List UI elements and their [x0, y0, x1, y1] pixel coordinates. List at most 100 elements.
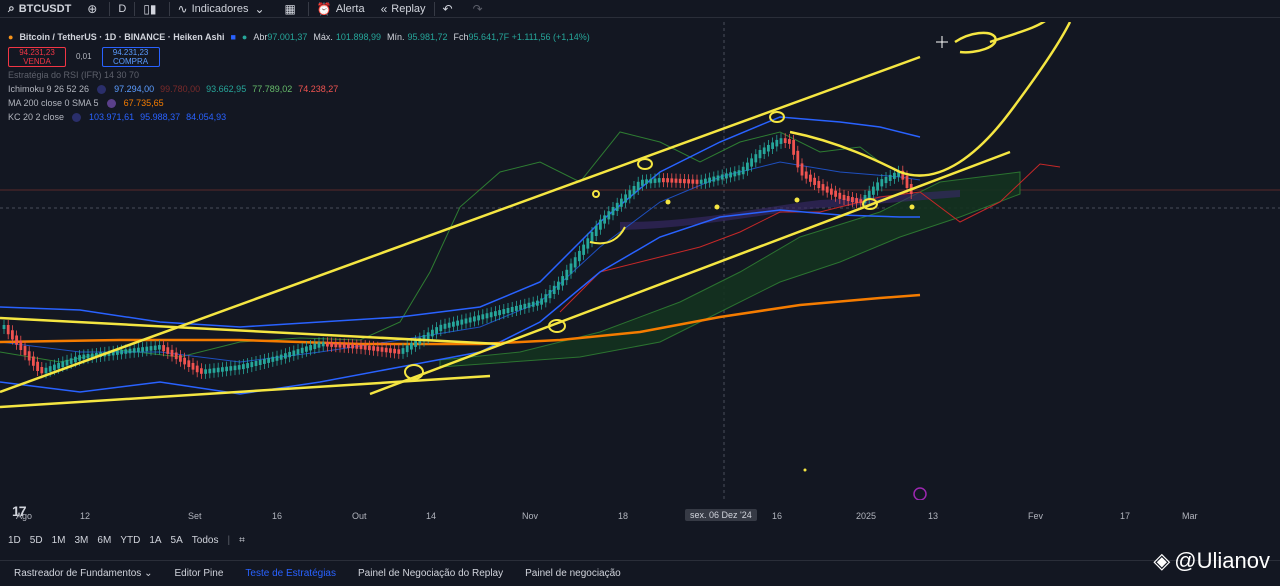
- tab-fundamentals-screener[interactable]: Rastreador de Fundamentos ⌄: [14, 568, 152, 579]
- add-symbol-button[interactable]: ⊕: [79, 0, 109, 18]
- buy-button[interactable]: 94.231,23 COMPRA: [101, 47, 160, 67]
- candle-body: [410, 342, 413, 350]
- diamond-logo-icon: ◈: [1153, 548, 1171, 573]
- handwritten-mark[interactable]: [954, 31, 997, 54]
- chart-type-button[interactable]: ▯▮: [135, 0, 168, 18]
- candle-body: [267, 357, 270, 363]
- ma-row[interactable]: MA 200 close 0 SMA 5 67.735,65: [8, 96, 590, 110]
- candle-body: [825, 186, 829, 193]
- symbol-label: BTCUSDT: [18, 2, 72, 15]
- tab-strategy-tester[interactable]: Teste de Estratégias: [245, 568, 336, 579]
- legend-title[interactable]: Bitcoin / TetherUS · 1D · BINANCE · Heik…: [19, 30, 224, 44]
- candle-body: [544, 294, 548, 303]
- candle-body: [347, 343, 350, 349]
- strategy-name: Estratégia do RSI (IFR) 14 30 70: [8, 70, 140, 80]
- symbol-search-button[interactable]: ⌕ BTCUSDT: [0, 0, 79, 18]
- time-tick: Mar: [1182, 511, 1198, 521]
- top-toolbar: ⌕ BTCUSDT ⊕ D ▯▮ ∿ Indicadores ⌄ ▦ ⏰ Ale…: [0, 0, 1280, 18]
- replay-marker-icon[interactable]: [913, 487, 927, 500]
- candle-body: [628, 190, 632, 199]
- candle-body: [195, 365, 199, 373]
- indicators-button[interactable]: ∿ Indicadores ⌄: [170, 0, 277, 18]
- candles-icon: ▯▮: [143, 1, 157, 16]
- candle-body: [65, 359, 69, 366]
- dot-mark[interactable]: [665, 199, 671, 205]
- dot-mark[interactable]: [909, 204, 915, 210]
- candle-body: [242, 364, 245, 370]
- undo-button[interactable]: ↶: [435, 0, 465, 18]
- divider: |: [227, 534, 231, 546]
- candle-body: [263, 358, 266, 364]
- range-button-todos[interactable]: Todos: [192, 535, 219, 546]
- candle-body: [666, 178, 669, 183]
- candle-body: [636, 181, 640, 190]
- range-button-1a[interactable]: 1A: [149, 535, 161, 546]
- candle-body: [309, 345, 312, 351]
- interval-button[interactable]: D: [110, 0, 134, 18]
- layout-button[interactable]: ▦: [277, 0, 308, 18]
- candle-body: [170, 349, 174, 357]
- trendline-lower[interactable]: [369, 150, 1011, 396]
- candle-body: [86, 354, 90, 359]
- candle-body: [368, 345, 371, 351]
- watermark-text: @Ulianov: [1174, 548, 1270, 573]
- tab-pine-editor[interactable]: Editor Pine: [174, 568, 223, 579]
- candle-body: [884, 177, 888, 184]
- time-tick: 16: [272, 511, 283, 521]
- candle-body: [355, 344, 359, 349]
- candle-body: [69, 358, 73, 364]
- candle-body: [817, 180, 821, 189]
- dot-mark[interactable]: [803, 468, 807, 472]
- candle-body: [300, 347, 304, 354]
- replay-button[interactable]: « Replay: [373, 0, 434, 18]
- time-tick: Set: [188, 511, 202, 521]
- candle-body: [162, 345, 165, 352]
- time-axis[interactable]: Ago 12 Set 16 Out 14 Nov 18 16 2025 13 F…: [0, 508, 1280, 524]
- range-button-1m[interactable]: 1M: [52, 535, 66, 546]
- candle-body: [481, 314, 485, 320]
- dot-mark[interactable]: [794, 197, 800, 203]
- candle-body: [657, 178, 661, 183]
- dot-mark[interactable]: [592, 190, 600, 198]
- ichimoku-row[interactable]: Ichimoku 9 26 52 26 97.294,00 99.780,00 …: [8, 82, 590, 96]
- candle-body: [179, 355, 182, 362]
- range-button-5a[interactable]: 5A: [171, 535, 183, 546]
- projection-curve[interactable]: [789, 22, 1072, 177]
- candle-body: [11, 330, 14, 340]
- time-tick: 14: [426, 511, 437, 521]
- ichimoku-value-1: 97.294,00: [114, 84, 155, 94]
- candle-body: [678, 178, 682, 184]
- candle-body: [851, 197, 854, 203]
- candle-body: [830, 188, 833, 195]
- candle-body: [435, 327, 438, 334]
- candle-body: [754, 154, 758, 163]
- projection-curve-tail[interactable]: [989, 22, 1050, 44]
- alert-button[interactable]: ⏰ Alerta: [309, 0, 373, 18]
- candle-body: [653, 178, 657, 183]
- strategy-row[interactable]: Estratégia do RSI (IFR) 14 30 70: [8, 68, 590, 82]
- range-button-3m[interactable]: 3M: [75, 535, 89, 546]
- candle-body: [746, 162, 749, 171]
- candle-body: [296, 349, 300, 355]
- range-button-ytd[interactable]: YTD: [120, 535, 140, 546]
- date-range-bar: 1D 5D 1M 3M 6M YTD 1A 5A Todos | ⌗: [0, 530, 245, 550]
- range-button-5d[interactable]: 5D: [30, 535, 43, 546]
- dot-mark[interactable]: [714, 204, 720, 210]
- candle-body: [120, 349, 123, 355]
- circle-mark[interactable]: [637, 158, 653, 170]
- range-button-6m[interactable]: 6M: [97, 535, 111, 546]
- redo-button[interactable]: ↷: [465, 0, 495, 18]
- calendar-range-icon[interactable]: ⌗: [239, 535, 245, 546]
- tab-replay-trading-panel[interactable]: Painel de Negociação do Replay: [358, 568, 503, 579]
- candle-body: [708, 177, 711, 183]
- kc-row[interactable]: KC 20 2 close 103.971,61 95.988,37 84.05…: [8, 110, 590, 124]
- ichimoku-value-2: 99.780,00: [160, 84, 201, 94]
- candle-body: [405, 345, 409, 353]
- candle-body: [741, 166, 745, 175]
- tab-trading-panel[interactable]: Painel de negociação: [525, 568, 621, 579]
- sell-button[interactable]: 94.231,23 VENDA: [8, 47, 66, 67]
- range-button-1d[interactable]: 1D: [8, 535, 21, 546]
- candle-body: [867, 190, 871, 199]
- time-tick: 2025: [856, 511, 877, 521]
- candle-body: [250, 362, 254, 368]
